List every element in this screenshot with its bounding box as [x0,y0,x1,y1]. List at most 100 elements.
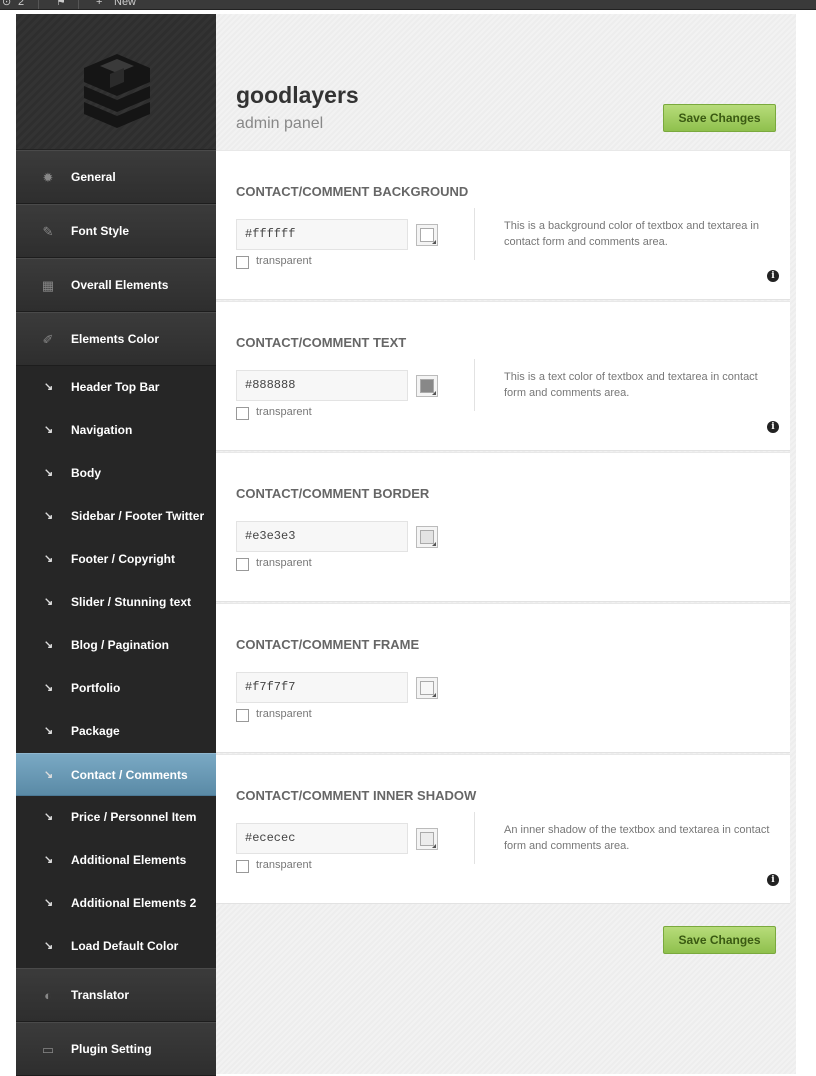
sidebar-item-label: General [71,170,116,184]
arrow-down-right-icon: ↘ [44,424,54,436]
section-title: CONTACT/COMMENT BACKGROUND [236,184,469,199]
sidebar-item-general[interactable]: ✹ General [16,150,216,204]
transparent-label: transparent [256,406,312,418]
sidebar-subitem-package[interactable]: ↘ Package [16,710,216,753]
sidebar-subitem-label: Footer / Copyright [71,552,175,566]
monitor-icon: ▭ [41,1042,55,1057]
sidebar-subitem-label: Navigation [71,423,133,437]
color-setting-section: CONTACT/COMMENT BACKGROUND #ffffff transpa… [216,150,790,300]
setting-description: An inner shadow of the textbox and texta… [504,824,770,852]
sidebar-subitem-label: Slider / Stunning text [71,595,192,609]
sidebar-subitem-additional-elements-2[interactable]: ↘ Additional Elements 2 [16,882,216,925]
sidebar-subitem-label: Additional Elements 2 [71,896,197,910]
arrow-down-right-icon: ↘ [44,897,54,909]
sidebar-subitem-price-personnel-item[interactable]: ↘ Price / Personnel Item [16,796,216,839]
setting-description: This is a text color of textbox and text… [504,371,758,399]
arrow-down-right-icon: ↘ [44,854,54,866]
brand-subtitle: admin panel [236,115,324,132]
transparent-checkbox[interactable] [236,709,249,722]
color-setting-section: CONTACT/COMMENT INNER SHADOW #ececec trans… [216,754,790,904]
sidebar-subitem-label: Sidebar / Footer Twitter [71,509,205,523]
transparent-checkbox[interactable] [236,558,249,571]
sidebar-subitem-additional-elements[interactable]: ↘ Additional Elements [16,839,216,882]
sidebar-item-plugin-setting[interactable]: ▭ Plugin Setting [16,1022,216,1076]
admin-bar: ⊙ 2 ⚑ + New [0,0,816,10]
sidebar-subitem-label: Price / Personnel Item [71,810,197,824]
arrow-down-right-icon: ↘ [44,381,54,393]
info-icon[interactable]: i [767,421,779,433]
sidebar-subitem-header-top-bar[interactable]: ↘ Header Top Bar [16,366,216,409]
transparent-label: transparent [256,708,312,720]
sidebar-item-translator[interactable]: ◐ Translator [16,968,216,1022]
sidebar-item-elements-color[interactable]: ✐ Elements Color [16,312,216,366]
sidebar-subitem-label: Load Default Color [71,939,179,953]
goodlayers-logo-icon [84,54,150,128]
sidebar-subitem-load-default-color[interactable]: ↘ Load Default Color [16,925,216,968]
save-changes-button-bottom[interactable]: Save Changes [663,926,776,954]
section-title: CONTACT/COMMENT FRAME [236,637,420,652]
color-setting-section: CONTACT/COMMENT FRAME #f7f7f7 transparent [216,603,790,753]
color-picker-button[interactable] [416,375,438,397]
sidebar-item-font-style[interactable]: ✎ Font Style [16,204,216,258]
color-hex-input[interactable]: #f7f7f7 [236,672,408,703]
sidebar-subitem-blog-pagination[interactable]: ↘ Blog / Pagination [16,624,216,667]
brush-icon: ✐ [42,332,54,347]
sidebar-subitem-label: Header Top Bar [71,380,160,394]
plus-icon[interactable]: + [96,0,102,9]
section-title: CONTACT/COMMENT INNER SHADOW [236,788,477,803]
comments-count[interactable]: 2 [18,0,24,9]
color-hex-input[interactable]: #ffffff [236,219,408,250]
transparent-checkbox[interactable] [236,407,249,420]
layout-icon: ▦ [41,278,55,293]
sidebar-subitem-navigation[interactable]: ↘ Navigation [16,409,216,452]
sidebar-subitem-sidebar-footer-twitter[interactable]: ↘ Sidebar / Footer Twitter [16,495,216,538]
dropdown-corner-icon [432,240,436,244]
sidebar-subitem-label: Additional Elements [71,853,187,867]
transparent-checkbox[interactable] [236,256,249,269]
sidebar-subitem-label: Portfolio [71,681,121,695]
admin-bar-divider [38,0,39,9]
dropdown-corner-icon [432,844,436,848]
dropdown-corner-icon [432,693,436,697]
arrow-down-right-icon: ↘ [44,940,54,952]
color-picker-button[interactable] [416,828,438,850]
new-link[interactable]: New [114,0,136,9]
sidebar-subitem-label: Package [71,724,120,738]
comments-icon[interactable]: ⊙ [2,0,11,9]
transparent-label: transparent [256,255,312,267]
sidebar-subitem-label: Blog / Pagination [71,638,169,652]
section-divider [474,812,475,864]
sidebar-subitem-slider-stunning-text[interactable]: ↘ Slider / Stunning text [16,581,216,624]
color-hex-input[interactable]: #ececec [236,823,408,854]
sidebar-subitem-portfolio[interactable]: ↘ Portfolio [16,667,216,710]
transparent-label: transparent [256,859,312,871]
section-divider [474,359,475,411]
info-icon[interactable]: i [767,270,779,282]
flag-icon[interactable]: ⚑ [56,0,66,9]
color-setting-section: CONTACT/COMMENT BORDER #e3e3e3 transparent [216,452,790,602]
dropdown-corner-icon [432,391,436,395]
arrow-down-right-icon: ↘ [44,553,54,565]
brand-title: goodlayers [236,82,359,108]
sidebar-subitem-contact-comments[interactable]: ↘ Contact / Comments [16,753,216,796]
arrow-down-right-icon: ↘ [44,811,54,823]
sidebar-subitem-footer-copyright[interactable]: ↘ Footer / Copyright [16,538,216,581]
arrow-down-right-icon: ↘ [44,725,54,737]
sidebar-subitem-body[interactable]: ↘ Body [16,452,216,495]
color-picker-button[interactable] [416,526,438,548]
sidebar-item-overall-elements[interactable]: ▦ Overall Elements [16,258,216,312]
arrow-down-right-icon: ↘ [44,596,54,608]
transparent-checkbox[interactable] [236,860,249,873]
pacman-icon: ◐ [44,988,52,1003]
sidebar-subitem-label: Contact / Comments [71,768,188,782]
color-picker-button[interactable] [416,677,438,699]
color-hex-input[interactable]: #e3e3e3 [236,521,408,552]
color-setting-section: CONTACT/COMMENT TEXT #888888 transparent Th… [216,301,790,451]
info-icon[interactable]: i [767,874,779,886]
transparent-label: transparent [256,557,312,569]
sidebar-item-label: Overall Elements [71,278,169,292]
color-picker-button[interactable] [416,224,438,246]
admin-bar-divider [78,0,79,9]
color-hex-input[interactable]: #888888 [236,370,408,401]
save-changes-button-top[interactable]: Save Changes [663,104,776,132]
